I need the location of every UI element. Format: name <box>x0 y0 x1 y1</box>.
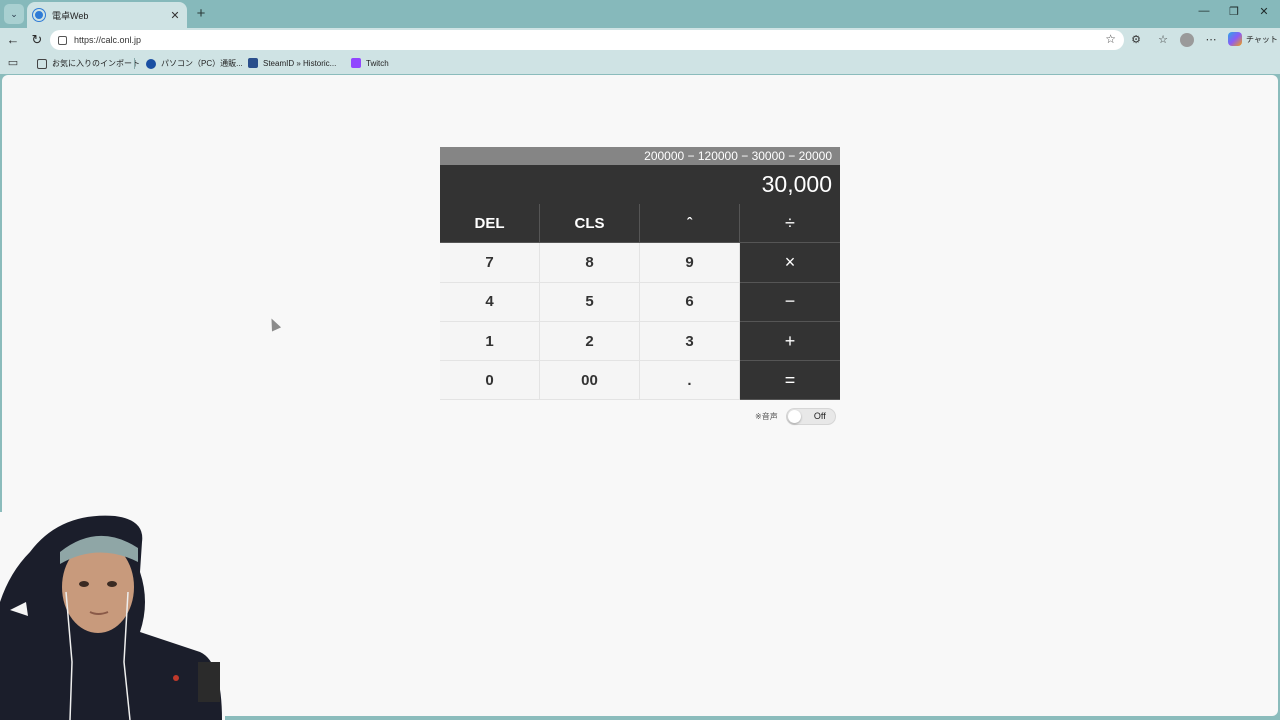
formula-history: 200000 − 120000 − 30000 − 20000 <box>440 147 840 165</box>
key-divide[interactable]: ÷ <box>740 204 840 244</box>
key-9[interactable]: 9 <box>640 243 740 283</box>
back-arrow-icon[interactable]: ← <box>5 32 21 48</box>
key-decimal[interactable]: . <box>640 361 740 401</box>
favorites-icon[interactable]: ☆ <box>1155 32 1171 48</box>
key-add[interactable]: + <box>740 321 840 362</box>
key-5[interactable]: 5 <box>540 282 640 322</box>
close-window-button[interactable]: ✕ <box>1254 5 1274 18</box>
chevron-down-icon: ⌄ <box>10 8 18 19</box>
sound-label: ※音声 <box>755 412 778 421</box>
address-toolbar: ← ↻ https://calc.onl.jp ☆ ⚙ ☆ ⋯ <box>0 28 1280 52</box>
extensions-icon[interactable]: ⚙ <box>1128 32 1144 48</box>
copilot-icon <box>1228 32 1242 46</box>
bookmark-separator <box>134 58 135 69</box>
toggle-state: Off <box>813 411 826 421</box>
profile-avatar[interactable] <box>1180 33 1194 47</box>
bookmark-label: パソコン（PC）通販... <box>161 59 243 68</box>
reading-list-icon[interactable]: ▭ <box>5 55 21 71</box>
address-bar[interactable]: https://calc.onl.jp ☆ <box>50 30 1124 50</box>
bookmark-import[interactable]: お気に入りのインポート <box>37 58 140 69</box>
bookmark-label: Twitch <box>366 58 389 68</box>
key-4[interactable]: 4 <box>440 282 540 322</box>
key-double-zero[interactable]: 00 <box>540 361 640 401</box>
tab-strip: ⌄ 電卓Web ✕ + — ❐ ✕ <box>0 0 1280 28</box>
key-subtract[interactable]: − <box>740 282 840 322</box>
url-text[interactable]: https://calc.onl.jp <box>74 35 141 45</box>
favorite-star-icon[interactable]: ☆ <box>1105 32 1116 46</box>
sound-toggle[interactable]: Off <box>785 408 836 425</box>
key-6[interactable]: 6 <box>640 282 740 322</box>
keypad: DEL CLS ˆ ÷ 7 8 9 × 4 5 6− 1 2 3 +0 00. = <box>440 204 840 401</box>
webcam-overlay <box>0 512 225 720</box>
new-tab-button[interactable]: + <box>192 5 210 23</box>
steam-icon <box>248 58 258 68</box>
browser-tab[interactable]: 電卓Web ✕ <box>27 2 187 28</box>
bookmark-steamid[interactable]: SteamID » Historic... <box>248 58 336 68</box>
minimize-button[interactable]: — <box>1194 5 1214 17</box>
key-power[interactable]: ˆ <box>640 204 740 244</box>
site-info-icon[interactable] <box>58 35 67 45</box>
bookmark-label: SteamID » Historic... <box>263 58 337 68</box>
refresh-icon[interactable]: ↻ <box>29 32 45 48</box>
key-2[interactable]: 2 <box>540 321 640 362</box>
site-favicon-icon <box>33 9 45 21</box>
bookmark-twitch[interactable]: Twitch <box>351 58 389 68</box>
more-menu-icon[interactable]: ⋯ <box>1203 32 1219 48</box>
streamer-webcam-image <box>0 512 225 720</box>
key-0[interactable]: 0 <box>440 361 540 401</box>
restore-button[interactable]: ❐ <box>1224 5 1244 18</box>
key-multiply[interactable]: × <box>740 243 840 283</box>
key-3[interactable]: 3 <box>640 321 740 362</box>
toggle-knob <box>787 410 801 423</box>
tab-list-button[interactable]: ⌄ <box>4 4 24 24</box>
key-8[interactable]: 8 <box>540 243 640 283</box>
sound-setting: ※音声 Off <box>755 408 836 425</box>
calculator: 200000 − 120000 − 30000 − 20000 30,000 D… <box>440 147 840 401</box>
key-clear[interactable]: CLS <box>540 204 640 244</box>
copilot-label: チャット <box>1246 34 1278 44</box>
key-1[interactable]: 1 <box>440 321 540 362</box>
key-equals[interactable]: = <box>740 361 840 401</box>
twitch-icon <box>351 58 361 68</box>
bookmark-label: お気に入りのインポート <box>52 59 140 68</box>
folder-icon <box>37 58 47 69</box>
key-delete[interactable]: DEL <box>440 204 540 244</box>
tab-title: 電卓Web <box>52 10 89 21</box>
site-icon <box>146 58 156 69</box>
bookmark-pc-shop[interactable]: パソコン（PC）通販... <box>146 58 243 69</box>
close-tab-icon[interactable]: ✕ <box>169 9 181 22</box>
result-display: 30,000 <box>440 165 840 204</box>
key-7[interactable]: 7 <box>440 243 540 283</box>
copilot-button[interactable]: チャット <box>1228 32 1278 46</box>
